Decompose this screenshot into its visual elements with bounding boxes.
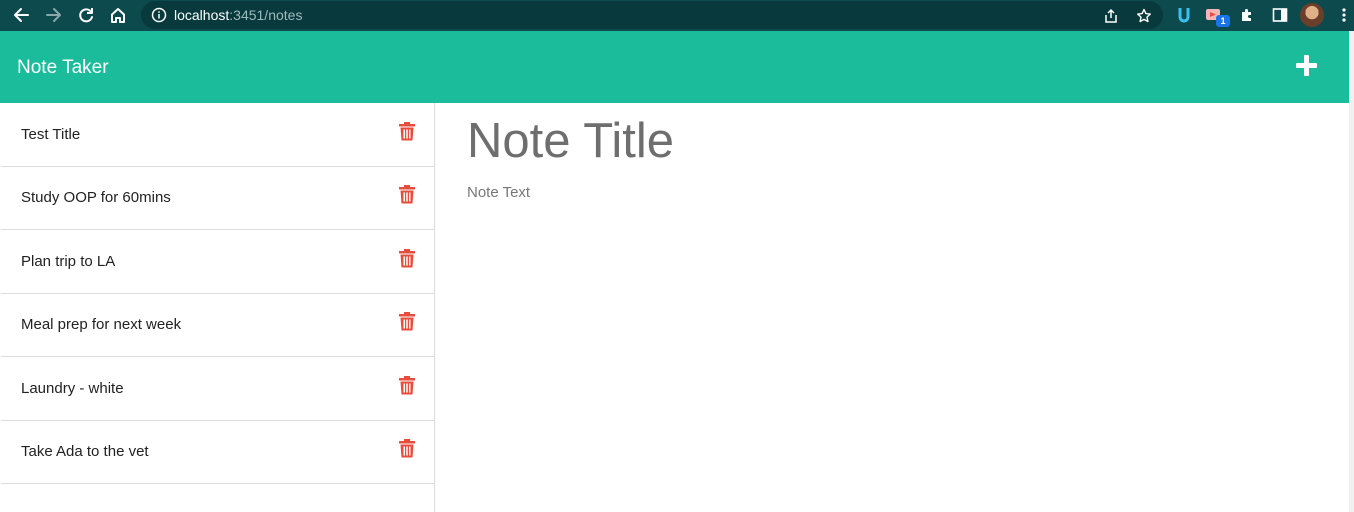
menu-icon[interactable]	[1332, 3, 1354, 27]
extension-icon[interactable]	[1172, 3, 1196, 27]
notes-list: Test Title Study OOP for 60mins Plan trip …	[0, 103, 435, 512]
note-list-item[interactable]: Test Title	[1, 103, 434, 167]
delete-note-trash-icon[interactable]	[399, 185, 415, 204]
forward-icon[interactable]	[42, 3, 66, 27]
delete-note-trash-icon[interactable]	[399, 312, 415, 331]
info-icon[interactable]	[151, 7, 167, 28]
note-list-item-title: Plan trip to LA	[21, 253, 116, 270]
note-list-item-title: Study OOP for 60mins	[21, 189, 171, 206]
note-list-item[interactable]: Study OOP for 60mins	[1, 166, 434, 230]
note-list-item[interactable]: Plan trip to LA	[1, 230, 434, 294]
home-icon[interactable]	[106, 3, 130, 27]
note-list-item[interactable]: Meal prep for next week	[1, 293, 434, 357]
reload-icon[interactable]	[74, 3, 98, 27]
page-scrollbar[interactable]	[1349, 31, 1354, 512]
url-host: localhost	[174, 7, 230, 23]
note-list-item-title: Laundry - white	[21, 380, 124, 397]
note-title-input[interactable]: Note Title	[467, 113, 674, 169]
address-bar[interactable]: localhost:3451/notes	[141, 1, 1163, 29]
note-list-item-title: Meal prep for next week	[21, 316, 182, 333]
brand-title[interactable]: Note Taker	[17, 57, 109, 79]
url-path: :3451/notes	[229, 7, 303, 23]
side-panel-icon[interactable]	[1268, 3, 1292, 27]
back-icon[interactable]	[9, 3, 33, 27]
delete-note-trash-icon[interactable]	[399, 122, 415, 141]
star-icon[interactable]	[1132, 4, 1156, 28]
browser-toolbar: localhost:3451/notes 1	[0, 0, 1354, 31]
delete-note-trash-icon[interactable]	[399, 376, 415, 395]
avatar[interactable]	[1300, 3, 1324, 27]
delete-note-trash-icon[interactable]	[399, 249, 415, 268]
app-header: Note Taker	[0, 31, 1349, 103]
delete-note-trash-icon[interactable]	[399, 439, 415, 458]
note-list-item[interactable]: Take Ada to the vet	[1, 420, 434, 484]
note-list-item-title: Test Title	[21, 126, 81, 143]
puzzle-icon[interactable]	[1236, 3, 1260, 27]
share-icon[interactable]	[1099, 4, 1123, 28]
note-list-item[interactable]: Laundry - white	[1, 357, 434, 421]
new-note-plus-icon[interactable]	[1294, 53, 1320, 79]
url-text: localhost:3451/notes	[174, 7, 302, 23]
note-list-item-title: Take Ada to the vet	[21, 443, 149, 460]
extension-badge: 1	[1216, 15, 1230, 27]
note-text-input[interactable]: Note Text	[467, 184, 530, 201]
